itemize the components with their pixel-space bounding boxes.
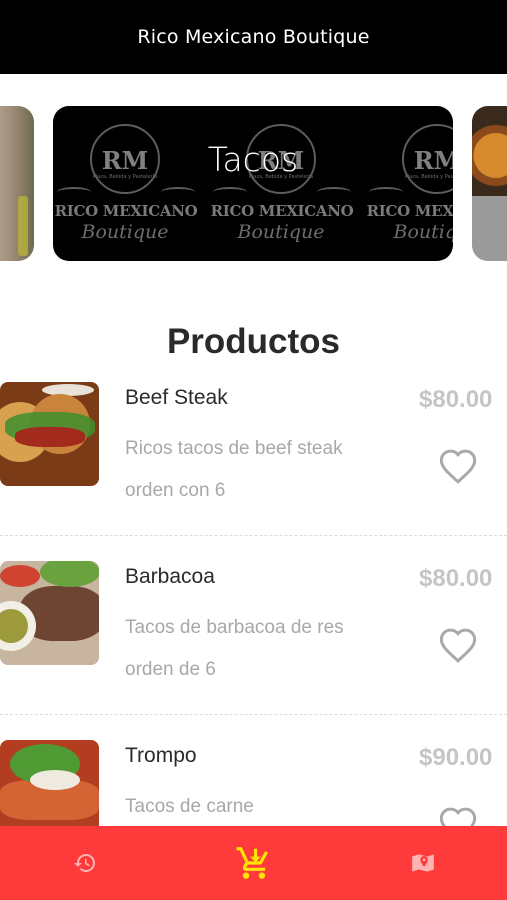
app-header: Rico Mexicano Boutique — [0, 0, 507, 74]
cart-download-icon — [236, 847, 268, 879]
product-name: Trompo — [125, 744, 197, 767]
product-name: Barbacoa — [125, 565, 215, 588]
product-price: $80.00 — [419, 386, 493, 413]
category-card-next[interactable] — [472, 106, 507, 261]
card-image — [18, 196, 28, 256]
favorite-button[interactable] — [438, 447, 478, 485]
app-screen: Rico Mexicano Boutique RM Plaza, Bebida … — [0, 0, 507, 900]
product-description: Ricos tacos de beef steak orden con 6 — [125, 438, 343, 501]
category-card-tacos[interactable]: RM Plaza, Bebida y Pastelería RICO MEXIC… — [53, 106, 453, 261]
history-icon — [73, 854, 95, 872]
card-image — [472, 106, 507, 196]
product-image — [0, 382, 99, 486]
list-divider — [0, 535, 507, 536]
list-divider — [0, 714, 507, 715]
product-price: $80.00 — [419, 565, 493, 592]
heart-icon — [439, 628, 477, 663]
category-card-title: Tacos — [207, 140, 299, 179]
section-title: Productos — [166, 322, 341, 361]
bottom-navigation — [0, 826, 507, 900]
product-description: Tacos de barbacoa de res orden de 6 — [125, 617, 344, 680]
nav-map-button[interactable] — [393, 833, 453, 893]
heart-icon — [439, 449, 477, 484]
product-description: Tacos de carne — [125, 796, 254, 817]
product-price: $90.00 — [419, 744, 493, 771]
app-title: Rico Mexicano Boutique — [137, 26, 370, 48]
nav-cart-button[interactable] — [224, 833, 284, 893]
map-location-icon — [411, 854, 434, 872]
category-carousel[interactable]: RM Plaza, Bebida y Pastelería RICO MEXIC… — [0, 106, 507, 262]
nav-history-button[interactable] — [55, 833, 115, 893]
category-card-previous[interactable] — [0, 106, 34, 261]
product-name: Beef Steak — [125, 386, 228, 409]
product-image — [0, 561, 99, 665]
favorite-button[interactable] — [438, 626, 478, 664]
